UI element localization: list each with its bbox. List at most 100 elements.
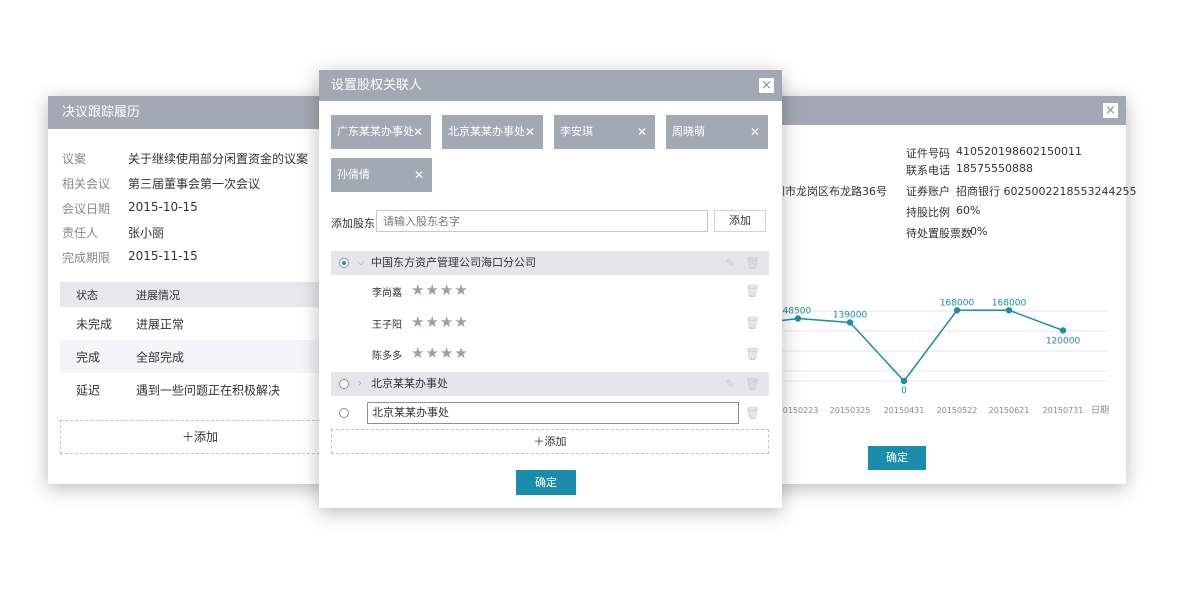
remove-tag-icon[interactable]: ✕ xyxy=(413,115,423,149)
edit-icon[interactable]: ✎ xyxy=(723,377,737,391)
x-tick-label: 20150522 xyxy=(937,406,978,415)
field-label: 责任人 xyxy=(62,226,99,240)
related-party-tag: 周晓萌 ✕ xyxy=(666,115,768,149)
progress-cell: 进展正常 xyxy=(136,317,185,331)
field-value: 2015-11-15 xyxy=(128,249,198,263)
group-name: 北京某某办事处 xyxy=(371,377,448,390)
trash-icon[interactable]: 🗑 xyxy=(745,377,760,391)
close-icon[interactable]: × xyxy=(1103,103,1118,118)
info-value: 18575550888 xyxy=(956,162,1033,175)
trash-icon[interactable]: 🗑 xyxy=(745,256,760,270)
edit-icon[interactable]: ✎ xyxy=(723,256,737,270)
holding-line-chart: 148500 139000 0 168000 168000 120000 20150223 2… xyxy=(774,298,1109,416)
info-value: 0% xyxy=(970,225,988,238)
add-shareholder-button[interactable]: 添加 xyxy=(714,210,766,232)
field-value: 第三届董事会第一次会议 xyxy=(128,177,261,191)
chevron-down-icon[interactable]: ⌵ xyxy=(357,251,365,275)
field-value: 2015-10-15 xyxy=(128,200,198,214)
remove-tag-icon[interactable]: ✕ xyxy=(637,115,647,149)
new-group-radio[interactable] xyxy=(339,408,349,418)
field-value: 张小丽 xyxy=(128,226,165,240)
column-header-status: 状态 xyxy=(76,288,98,302)
x-tick-label: 20150325 xyxy=(830,406,871,415)
tag-label: 李安琪 xyxy=(560,125,593,138)
x-axis-label: 日期 xyxy=(1091,405,1109,416)
info-value: 招商银行 6025002218553244255 xyxy=(956,185,1137,198)
data-label: 120000 xyxy=(1046,336,1081,346)
data-label: 0 xyxy=(901,386,907,396)
data-point[interactable] xyxy=(900,377,908,385)
dialog-header: × xyxy=(774,96,1126,125)
group-row[interactable]: › 北京某某办事处 ✎ 🗑 xyxy=(331,372,769,396)
series-line xyxy=(774,309,1064,383)
confirm-button[interactable]: 确定 xyxy=(868,446,926,470)
table-row[interactable]: 完成 全部完成 xyxy=(60,340,328,373)
info-label: 联系电话 xyxy=(906,164,950,177)
data-label: 139000 xyxy=(833,310,868,320)
member-row: 李尚嘉 ★★★★ 🗑 xyxy=(331,275,769,307)
member-name: 李尚嘉 xyxy=(372,288,402,299)
tag-label: 北京某某办事处 xyxy=(448,125,525,138)
tag-label: 孙倩倩 xyxy=(337,168,370,181)
progress-cell: 全部完成 xyxy=(136,350,185,364)
x-tick-label: 20150731 xyxy=(1043,406,1084,415)
remove-tag-icon[interactable]: ✕ xyxy=(750,115,760,149)
member-name: 王子阳 xyxy=(372,320,402,331)
trash-icon[interactable]: 🗑 xyxy=(745,316,760,330)
decision-tracking-dialog: 决议跟踪履历 议案 关于继续使用部分闲置资金的议案 相关会议 第三届董事会第一次… xyxy=(48,96,340,484)
shareholder-detail-dialog: × 圳市龙岗区布龙路36号 证件号码 410520198602150011 联系… xyxy=(774,96,1136,484)
column-header-progress: 进展情况 xyxy=(136,288,180,302)
remove-tag-icon[interactable]: ✕ xyxy=(414,158,424,192)
trash-icon[interactable]: 🗑 xyxy=(745,347,760,361)
tag-label: 广东某某办事处 xyxy=(337,125,414,138)
chevron-right-icon[interactable]: › xyxy=(358,372,362,396)
add-progress-button[interactable]: ＋添加 xyxy=(60,420,340,454)
related-party-tag: 北京某某办事处 ✕ xyxy=(442,115,543,149)
dialog-title: 决议跟踪履历 xyxy=(48,96,328,129)
x-tick-label: 20150431 xyxy=(884,406,925,415)
info-value: 410520198602150011 xyxy=(956,145,1082,158)
table-header: 状态 进展情况 xyxy=(60,282,328,307)
trash-icon[interactable]: 🗑 xyxy=(745,284,760,298)
table-row[interactable]: 未完成 进展正常 xyxy=(60,307,328,340)
confirm-button[interactable]: 确定 xyxy=(516,470,576,495)
status-cell: 完成 xyxy=(76,350,101,364)
group-radio[interactable] xyxy=(339,258,349,268)
progress-cell: 遇到一些问题正在积极解决 xyxy=(136,383,281,397)
add-shareholder-label: 添加股东 xyxy=(331,217,375,230)
address-value: 圳市龙岗区布龙路36号 xyxy=(774,185,887,198)
field-label: 完成期限 xyxy=(62,251,111,265)
member-name: 陈多多 xyxy=(372,351,402,362)
data-point[interactable] xyxy=(1059,327,1067,334)
rating-stars[interactable]: ★★★★ xyxy=(411,313,469,331)
related-party-tag: 广东某某办事处 ✕ xyxy=(331,115,431,149)
info-label: 证件号码 xyxy=(906,147,950,160)
table-row[interactable]: 延迟 遇到一些问题正在积极解决 xyxy=(60,373,328,406)
x-tick-label: 20150621 xyxy=(989,406,1030,415)
rating-stars[interactable]: ★★★★ xyxy=(411,344,469,362)
member-row: 陈多多 ★★★★ 🗑 xyxy=(331,338,769,370)
group-row[interactable]: ⌵ 中国东方资产管理公司海口分公司 ✎ 🗑 xyxy=(331,251,769,275)
shareholder-name-input[interactable] xyxy=(376,210,708,232)
data-label: 148500 xyxy=(777,306,812,316)
group-radio[interactable] xyxy=(339,379,349,389)
group-name: 中国东方资产管理公司海口分公司 xyxy=(371,256,536,269)
data-label: 168000 xyxy=(940,298,975,308)
related-party-tag: 李安琪 ✕ xyxy=(554,115,655,149)
close-icon[interactable]: × xyxy=(759,78,774,93)
info-label: 持股比例 xyxy=(906,206,950,219)
field-value: 关于继续使用部分闲置资金的议案 xyxy=(128,152,309,166)
data-label: 168000 xyxy=(992,298,1027,308)
remove-tag-icon[interactable]: ✕ xyxy=(525,115,535,149)
info-label: 证券账户 xyxy=(906,185,950,198)
member-row: 王子阳 ★★★★ 🗑 xyxy=(331,307,769,339)
field-label: 相关会议 xyxy=(62,177,111,191)
status-cell: 延迟 xyxy=(76,383,101,397)
group-name-edit-field[interactable]: 北京某某办事处 xyxy=(367,402,739,424)
rating-stars[interactable]: ★★★★ xyxy=(411,281,469,299)
tag-label: 周晓萌 xyxy=(672,125,705,138)
related-party-tag: 孙倩倩 ✕ xyxy=(331,158,432,192)
trash-icon[interactable]: 🗑 xyxy=(745,406,760,420)
dialog-header: 设置股权关联人 × xyxy=(319,70,782,101)
add-group-button[interactable]: ＋添加 xyxy=(331,429,769,454)
